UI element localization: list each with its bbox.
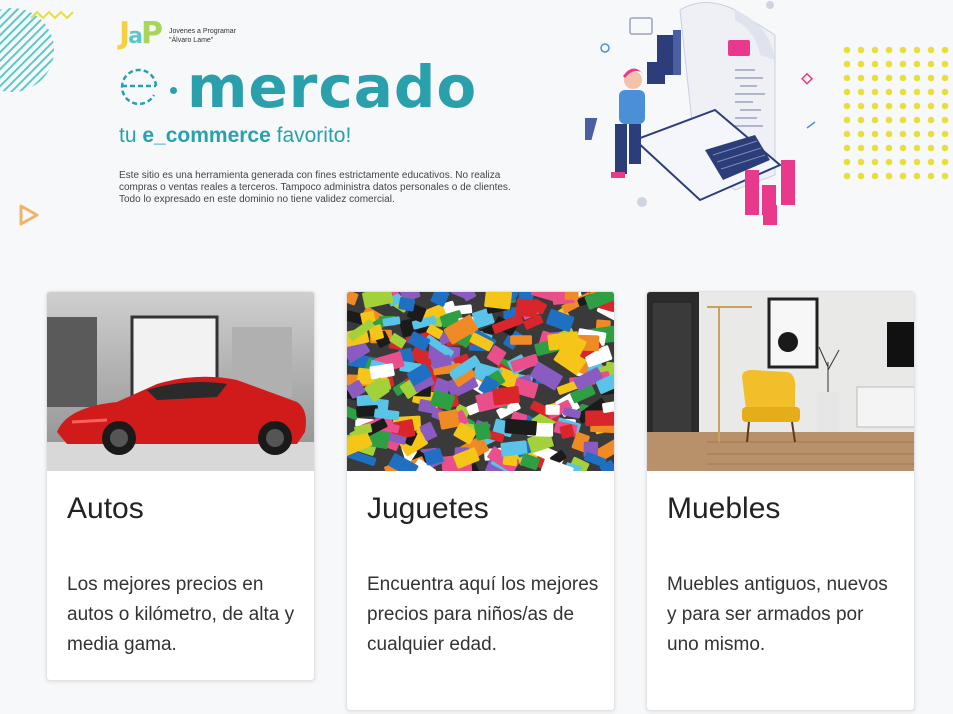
brand-title: mercado — [187, 53, 478, 121]
logo-line-2: "Álvaro Lame" — [169, 37, 214, 44]
yellow-armchair-room-image — [647, 292, 914, 471]
brand-heading: mercado — [118, 52, 477, 122]
tagline: tu e_commerce favorito! — [119, 124, 351, 148]
category-description: Los mejores precios en autos o kilómetro… — [67, 574, 295, 655]
jap-logo: JaP Jovenes a Programar "Álvaro Lame" — [119, 16, 236, 55]
logo-letter-p: P — [141, 16, 163, 51]
disclaimer-text: Este sitio es una herramienta generada c… — [119, 170, 511, 205]
logo-line-1: Jovenes a Programar — [169, 28, 236, 35]
category-description: Muebles antiguos, nuevos y para ser arma… — [667, 574, 888, 655]
tagline-bold: e_commerce — [142, 124, 271, 147]
category-card-juguetes[interactable]: Juguetes Encuentra aquí los mejores prec… — [346, 291, 615, 711]
play-triangle-decoration — [19, 204, 39, 226]
category-card-muebles[interactable]: Muebles Muebles antiguos, nuevos y para … — [646, 291, 915, 711]
yellow-dots-decoration — [843, 46, 949, 180]
category-title: Juguetes — [367, 492, 489, 525]
category-title: Muebles — [667, 492, 781, 525]
dashed-e-logo-icon — [120, 68, 158, 106]
category-description: Encuentra aquí los mejores precios para … — [367, 574, 599, 655]
tagline-post: favorito! — [270, 124, 352, 147]
tagline-pre: tu — [119, 124, 143, 147]
red-sports-car-image — [47, 292, 314, 471]
brand-dot — [170, 86, 177, 94]
logo-letter-a: a — [128, 24, 143, 49]
category-title: Autos — [67, 492, 144, 525]
zigzag-decoration — [30, 10, 74, 20]
logo-letter-j: J — [119, 16, 130, 51]
person-with-laptop-illustration — [585, 1, 816, 225]
logo-text: Jovenes a Programar "Álvaro Lame" — [169, 27, 236, 45]
category-card-autos[interactable]: Autos Los mejores precios en autos o kil… — [46, 291, 315, 681]
lego-bricks-image — [347, 292, 614, 471]
